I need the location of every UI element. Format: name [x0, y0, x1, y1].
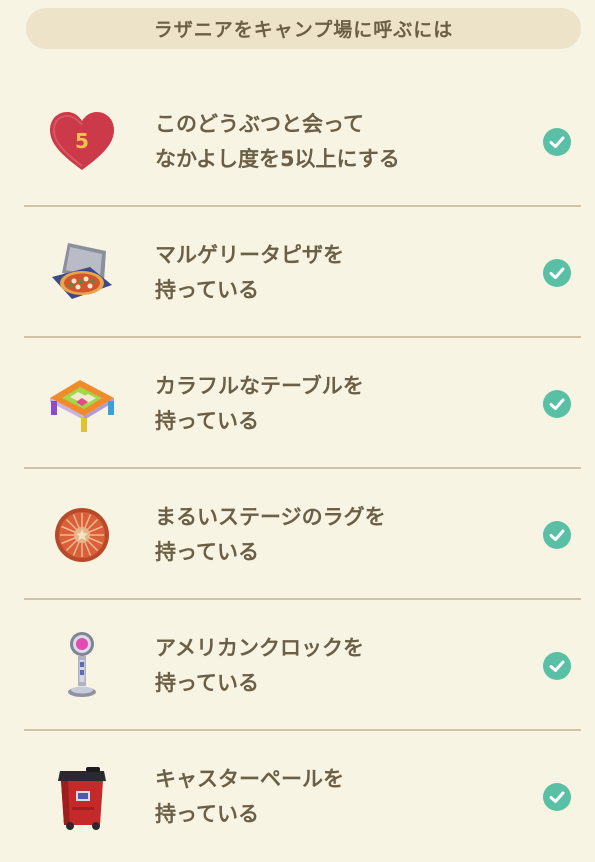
condition-row-rug: まるいステージのラグを 持っている: [0, 469, 595, 600]
colorful-table-icon: [46, 368, 118, 440]
condition-text: まるいステージのラグを 持っている: [155, 500, 386, 570]
check-icon: [543, 520, 571, 549]
condition-line-2: 持っている: [155, 408, 259, 433]
condition-line-2: なかよし度を5以上にする: [155, 146, 400, 171]
condition-row-pizza: マルゲリータピザを 持っている: [0, 207, 595, 338]
condition-text: このどうぶつと会って なかよし度を5以上にする: [155, 107, 400, 177]
condition-text: アメリカンクロックを 持っている: [155, 631, 364, 701]
condition-line-2: 持っている: [155, 277, 259, 302]
caster-pail-icon: [46, 761, 118, 833]
check-icon: [543, 127, 571, 156]
check-icon: [543, 651, 571, 680]
american-clock-icon: [46, 630, 118, 702]
condition-text: マルゲリータピザを 持っている: [155, 238, 344, 308]
check-icon: [543, 782, 571, 811]
condition-line-1: カラフルなテーブルを: [155, 373, 364, 398]
header-banner: ラザニアをキャンプ場に呼ぶには: [26, 8, 581, 49]
round-stage-rug-icon: [46, 499, 118, 571]
condition-line-1: アメリカンクロックを: [155, 635, 364, 660]
heart-number: 5: [75, 129, 89, 153]
margherita-pizza-icon: [46, 237, 118, 309]
condition-line-2: 持っている: [155, 539, 259, 564]
condition-line-2: 持っている: [155, 801, 259, 826]
conditions-list: 5 このどうぶつと会って なかよし度を5以上にする マルゲリータピザを 持ってい…: [0, 76, 595, 862]
check-icon: [543, 258, 571, 287]
condition-text: キャスターペールを 持っている: [155, 762, 344, 832]
condition-line-1: このどうぶつと会って: [155, 111, 364, 136]
heart-5-icon: 5: [46, 106, 118, 178]
condition-line-1: キャスターペールを: [155, 766, 344, 791]
condition-row-pail: キャスターペールを 持っている: [0, 731, 595, 862]
header-title: ラザニアをキャンプ場に呼ぶには: [153, 19, 454, 41]
condition-text: カラフルなテーブルを 持っている: [155, 369, 364, 439]
condition-line-1: まるいステージのラグを: [155, 504, 386, 529]
condition-line-2: 持っている: [155, 670, 259, 695]
condition-line-1: マルゲリータピザを: [155, 242, 344, 267]
condition-row-clock: アメリカンクロックを 持っている: [0, 600, 595, 731]
condition-row-table: カラフルなテーブルを 持っている: [0, 338, 595, 469]
condition-row-friendship: 5 このどうぶつと会って なかよし度を5以上にする: [0, 76, 595, 207]
check-icon: [543, 389, 571, 418]
